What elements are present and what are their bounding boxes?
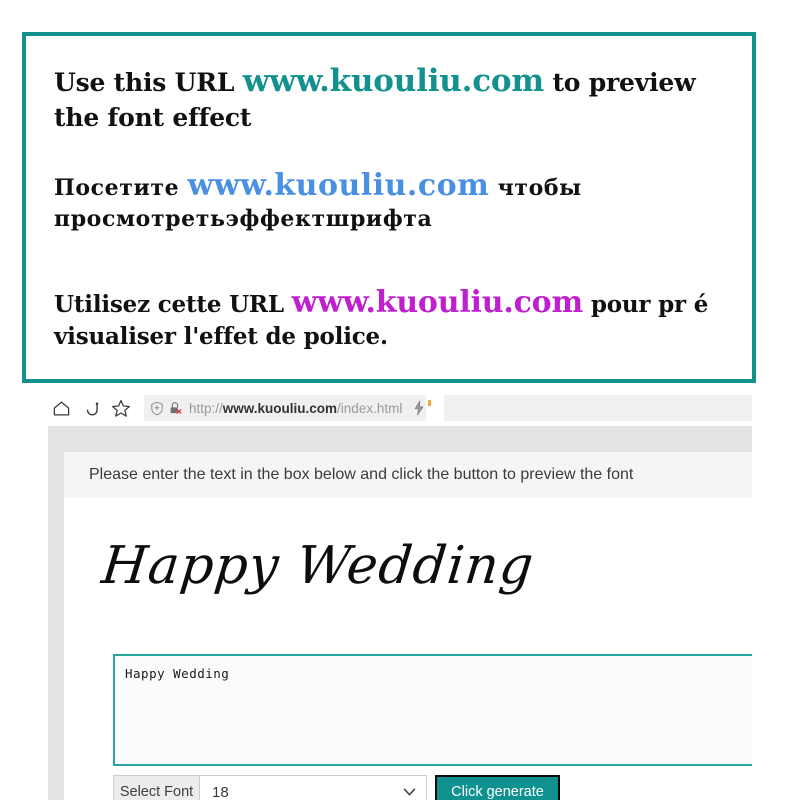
promo-line-french: Utilisez cette URL www.kuouliu.com pour … xyxy=(54,284,742,352)
chevron-down-icon xyxy=(403,788,416,797)
browser-toolbar: http://www.kuouliu.com/index.html xyxy=(40,390,752,426)
promo-url-french: www.kuouliu.com xyxy=(291,285,584,320)
promo-prefix-english: Use this URL xyxy=(54,68,243,97)
controls-row: Select Font 18 Click generate xyxy=(113,775,752,800)
instruction-text: Please enter the text in the box below a… xyxy=(89,466,634,483)
font-size-value: 18 xyxy=(212,783,229,800)
promo-url-russian: www.kuouliu.com xyxy=(187,168,490,203)
toolbar-right-edge xyxy=(426,395,445,421)
promo-line-english: Use this URL www.kuouliu.com to preview … xyxy=(54,62,742,134)
lightning-icon[interactable] xyxy=(412,400,426,416)
lock-insecure-icon[interactable] xyxy=(168,401,182,416)
font-size-select[interactable]: 18 xyxy=(200,775,427,800)
page-top-band xyxy=(64,426,752,452)
page-body: Please enter the text in the box below a… xyxy=(64,426,752,800)
browser-window: http://www.kuouliu.com/index.html Please… xyxy=(40,390,752,800)
page-left-gutter xyxy=(48,426,64,800)
generate-button[interactable]: Click generate xyxy=(435,775,560,800)
home-icon[interactable] xyxy=(46,394,76,422)
font-preview-area: Happy Wedding xyxy=(64,498,752,648)
text-input-textarea[interactable]: Happy Wedding xyxy=(113,654,752,766)
promo-prefix-french: Utilisez cette URL xyxy=(54,291,292,318)
promo-url-english: www.kuouliu.com xyxy=(242,63,544,99)
reload-icon[interactable] xyxy=(76,394,106,422)
text-input-value: Happy Wedding xyxy=(125,666,230,681)
select-font-label: Select Font xyxy=(113,775,200,800)
promo-line-russian: Посетите www.kuouliu.com чтобы просмотре… xyxy=(54,167,742,234)
instruction-bar: Please enter the text in the box below a… xyxy=(64,452,752,498)
star-icon[interactable] xyxy=(106,394,136,422)
url-text: http://www.kuouliu.com/index.html xyxy=(189,400,403,416)
url-bar[interactable]: http://www.kuouliu.com/index.html xyxy=(144,395,752,421)
promo-prefix-russian: Посетите xyxy=(54,175,188,201)
font-preview-text: Happy Wedding xyxy=(98,536,537,596)
promo-panel: Use this URL www.kuouliu.com to preview … xyxy=(22,32,756,383)
orange-tick-marker xyxy=(428,400,432,406)
shield-plus-icon[interactable] xyxy=(150,401,164,416)
